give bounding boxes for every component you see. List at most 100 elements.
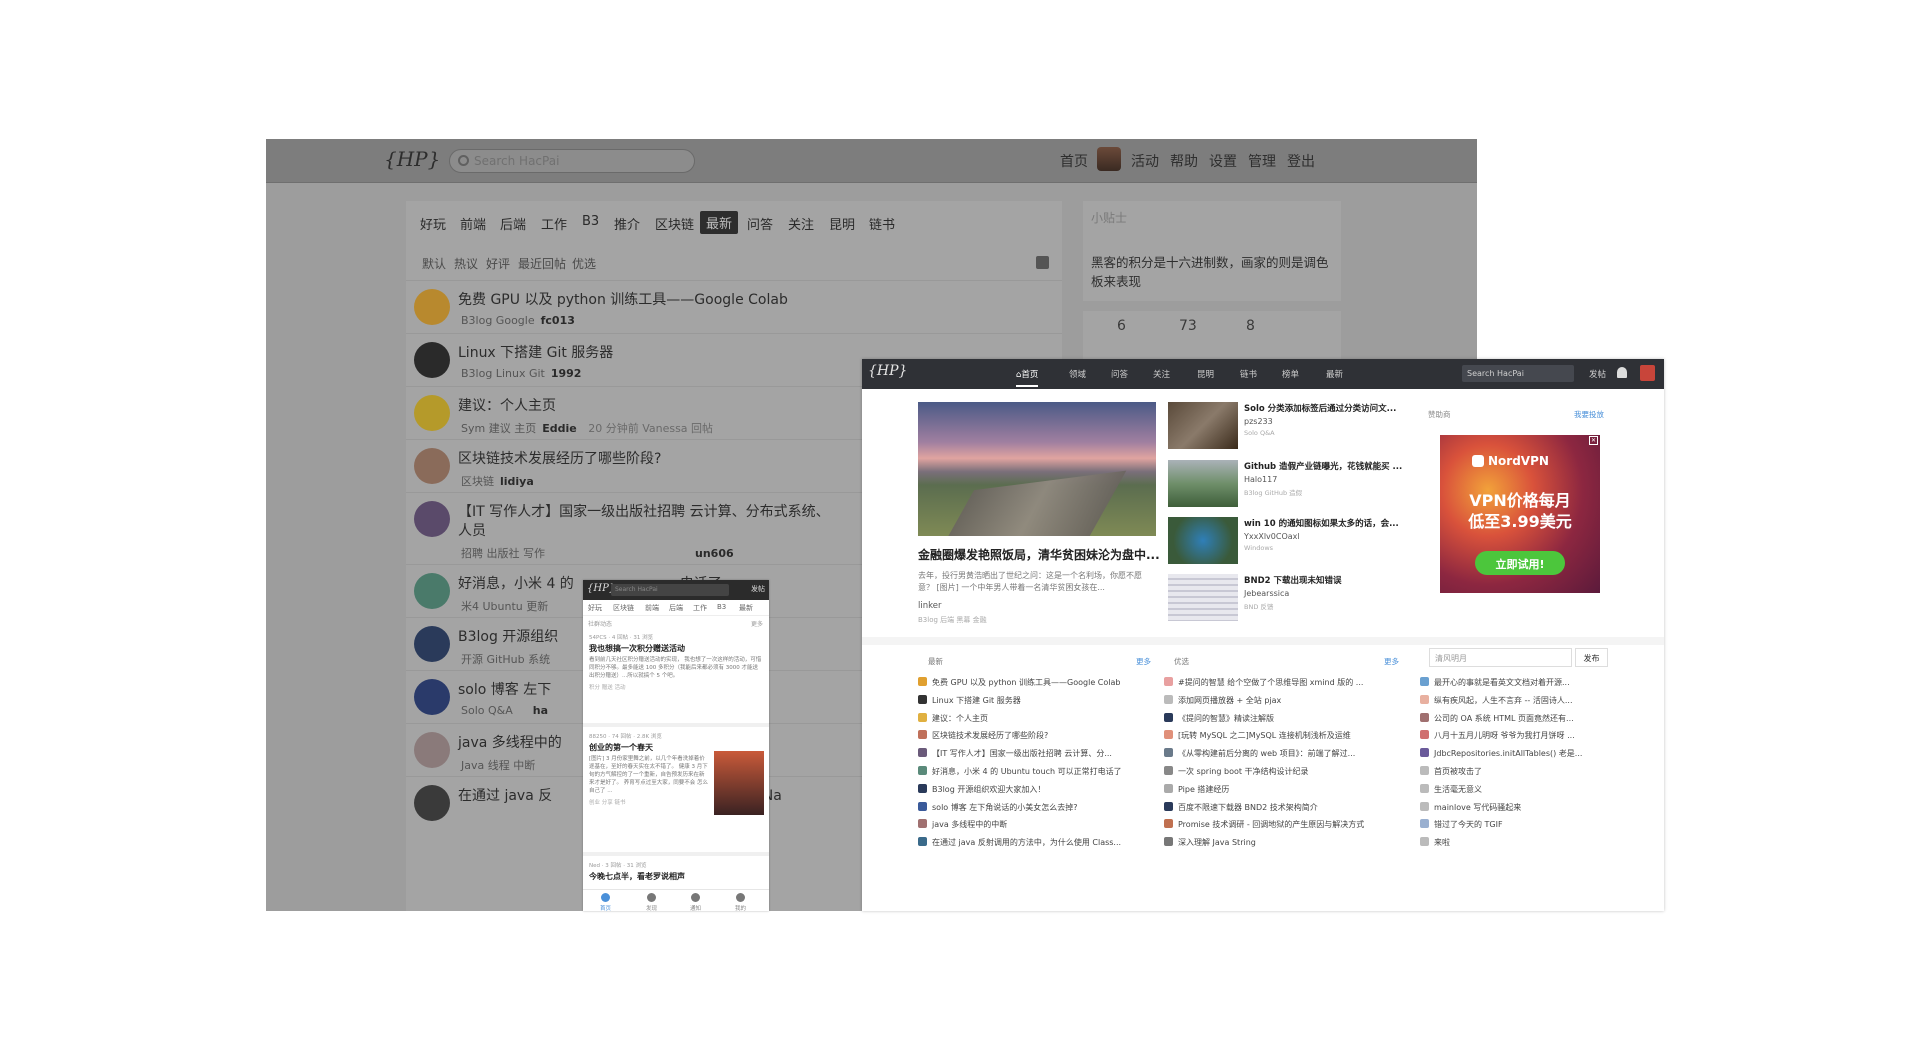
- search-input[interactable]: Search HacPai: [449, 149, 695, 173]
- bell-icon[interactable]: [1617, 367, 1627, 378]
- compass-icon[interactable]: [647, 893, 656, 902]
- breeze-item[interactable]: mainlove 写代码骚起来: [1420, 801, 1616, 814]
- search-input[interactable]: Search HacPai: [1462, 365, 1574, 382]
- latest-item[interactable]: 在通过 java 反射调用的方法中，为什么使用 Class...: [918, 837, 1153, 849]
- user-icon[interactable]: [736, 893, 745, 902]
- latest-more-link[interactable]: 更多: [1136, 656, 1151, 667]
- list-item[interactable]: Ned · 3 回帖 · 31 浏览 今晚七点半，看老罗说相声: [583, 861, 769, 884]
- nav-latest[interactable]: 最新: [1326, 368, 1343, 380]
- rss-icon[interactable]: [1036, 256, 1049, 269]
- latest-item[interactable]: 区块链技术发展经历了哪些阶段?: [918, 730, 1153, 742]
- ad-banner[interactable]: ✕ NordVPN VPN价格每月 低至3.99美元 立即试用!: [1440, 435, 1600, 593]
- stat-value[interactable]: 73: [1179, 318, 1197, 334]
- nav-ranking[interactable]: 榜单: [1282, 368, 1299, 380]
- nav-activity[interactable]: 活动: [1131, 151, 1159, 171]
- breeze-item[interactable]: 来啦: [1420, 837, 1616, 849]
- breeze-submit-button[interactable]: 发布: [1575, 648, 1608, 667]
- pick-item[interactable]: 添加网页播放器 + 全站 pjax: [1164, 694, 1402, 707]
- tab-follow[interactable]: 关注: [788, 214, 814, 233]
- list-item-title[interactable]: solo 博客 左下: [458, 679, 551, 699]
- sort-recent-reply[interactable]: 最近回帖: [518, 255, 566, 272]
- latest-item[interactable]: 建议：个人主页: [918, 712, 1153, 725]
- latest-item[interactable]: 【IT 写作人才】国家一级出版社招聘 云计算、分...: [918, 748, 1153, 760]
- tab-qa[interactable]: 问答: [747, 214, 773, 233]
- nav-home[interactable]: ⌂首页: [1016, 368, 1039, 387]
- pick-item[interactable]: Pipe 搭建经历: [1164, 783, 1402, 796]
- featured-title[interactable]: win 10 的通知图标如果太多的话，会...: [1244, 517, 1399, 529]
- tab-item[interactable]: 后端: [669, 603, 683, 613]
- latest-item[interactable]: solo 博客 左下角说话的小美女怎么去掉?: [918, 801, 1153, 814]
- featured-item[interactable]: win 10 的通知图标如果太多的话，会... YxxXlv0COaxl Win…: [1168, 517, 1418, 567]
- nav-qa[interactable]: 问答: [1111, 368, 1128, 380]
- post-button[interactable]: 发帖: [1589, 368, 1606, 380]
- nav-home[interactable]: 首页: [1060, 151, 1088, 171]
- pick-item[interactable]: #提问的智慧 给个空做了个思维导图 xmind 版的 ...: [1164, 677, 1402, 689]
- featured-title[interactable]: BND2 下载出现未知错误: [1244, 574, 1342, 586]
- hero-image[interactable]: [918, 402, 1156, 536]
- tab-item[interactable]: 好玩: [588, 603, 602, 613]
- nav-admin[interactable]: 管理: [1248, 151, 1276, 171]
- pick-item[interactable]: 百度不限速下载器 BND2 技术架构简介: [1164, 801, 1402, 814]
- bell-icon[interactable]: [691, 893, 700, 902]
- tab-item[interactable]: 最新: [739, 603, 753, 613]
- site-logo[interactable]: {HP}: [868, 363, 907, 379]
- featured-item[interactable]: Github 造假产业链曝光，花钱就能买 ... Halo117 B3log G…: [1168, 460, 1418, 510]
- tab-frontend[interactable]: 前端: [460, 214, 486, 233]
- pick-item[interactable]: [玩转 MySQL 之二]MySQL 连接机制浅析及运维: [1164, 730, 1402, 742]
- list-item-title[interactable]: B3log 开源组织: [458, 626, 558, 646]
- hero-title[interactable]: 金融圈爆发艳照饭局，清华贫困妹沦为盘中...: [918, 546, 1160, 563]
- site-logo[interactable]: {HP}: [384, 147, 440, 171]
- tab-latest[interactable]: 最新: [700, 211, 739, 234]
- featured-item[interactable]: BND2 下载出现未知错误 Jebearssica BND 反馈: [1168, 574, 1418, 624]
- list-item-title[interactable]: 区块链技术发展经历了哪些阶段?: [458, 448, 661, 468]
- pick-item[interactable]: Promise 技术调研 - 回调地狱的产生原因与解决方式: [1164, 819, 1402, 831]
- nav-follow[interactable]: 关注: [1153, 368, 1170, 380]
- avatar[interactable]: [1640, 365, 1655, 381]
- tab-kunming[interactable]: 昆明: [829, 214, 855, 233]
- latest-item[interactable]: 免费 GPU 以及 python 训练工具——Google Colab: [918, 677, 1153, 689]
- nav-settings[interactable]: 设置: [1209, 151, 1237, 171]
- list-item[interactable]: 免费 GPU 以及 python 训练工具——Google Colab B3lo…: [406, 280, 1062, 333]
- home-icon[interactable]: [601, 893, 610, 902]
- close-icon[interactable]: ✕: [1589, 436, 1598, 445]
- tab-chainbook[interactable]: 链书: [869, 214, 895, 233]
- sort-perfect[interactable]: 优选: [572, 255, 596, 272]
- breeze-item[interactable]: 八月十五月儿明呀 爷爷为我打月饼呀 ...: [1420, 730, 1616, 742]
- post-title[interactable]: 我也想搞一次积分赠送活动: [589, 643, 763, 654]
- sort-good[interactable]: 好评: [486, 255, 510, 272]
- breeze-item[interactable]: 公司的 OA 系统 HTML 页面竟然还有...: [1420, 712, 1616, 725]
- nav-chainbook[interactable]: 链书: [1240, 368, 1257, 380]
- sort-default[interactable]: 默认: [422, 255, 446, 272]
- featured-title[interactable]: Solo 分类添加标签后通过分类访问文...: [1244, 402, 1396, 414]
- avatar[interactable]: [1097, 147, 1121, 171]
- list-item-title[interactable]: Linux 下搭建 Git 服务器: [458, 342, 613, 362]
- stat-value[interactable]: 8: [1246, 318, 1255, 334]
- breeze-item[interactable]: 最开心的事就是看英文文档对着开源...: [1420, 677, 1616, 689]
- advertise-link[interactable]: 我要投放: [1574, 409, 1604, 420]
- featured-title[interactable]: Github 造假产业链曝光，花钱就能买 ...: [1244, 460, 1402, 472]
- nav-logout[interactable]: 登出: [1287, 151, 1315, 171]
- latest-item[interactable]: 好消息，小米 4 的 Ubuntu touch 可以正常打电话了: [918, 766, 1153, 778]
- pick-item[interactable]: 一次 spring boot 干净结构设计纪录: [1164, 766, 1402, 778]
- sort-hot[interactable]: 热议: [454, 255, 478, 272]
- hero-tags[interactable]: B3log 后端 黑幕 金融: [918, 615, 987, 625]
- tab-item[interactable]: 工作: [693, 603, 707, 613]
- list-item-title[interactable]: java 多线程中的: [458, 732, 562, 752]
- featured-item[interactable]: Solo 分类添加标签后通过分类访问文... pzs233 Solo Q&A: [1168, 402, 1418, 452]
- latest-item[interactable]: Linux 下搭建 Git 服务器: [918, 694, 1153, 707]
- stat-value[interactable]: 6: [1117, 318, 1126, 334]
- tab-blockchain[interactable]: 区块链: [655, 214, 694, 233]
- breeze-item[interactable]: JdbcRepositories.initAllTables() 老是...: [1420, 748, 1616, 760]
- list-item-title[interactable]: 【IT 写作人才】国家一级出版社招聘 云计算、分布式系统、: [458, 501, 830, 521]
- pick-item[interactable]: 《提问的智慧》精读注解版: [1164, 712, 1402, 725]
- nav-help[interactable]: 帮助: [1170, 151, 1198, 171]
- tab-item[interactable]: 前端: [645, 603, 659, 613]
- picks-more-link[interactable]: 更多: [1384, 656, 1399, 667]
- nav-domains[interactable]: 领域: [1069, 368, 1086, 380]
- tab-item[interactable]: B3: [717, 603, 726, 611]
- tab-work[interactable]: 工作: [541, 214, 567, 233]
- post-button[interactable]: 发帖: [751, 584, 765, 594]
- breeze-item[interactable]: 纵有疾风起，人生不言弃 -- 活固诗人...: [1420, 694, 1616, 707]
- list-item-title[interactable]: 免费 GPU 以及 python 训练工具——Google Colab: [458, 289, 788, 309]
- post-title[interactable]: 今晚七点半，看老罗说相声: [589, 871, 763, 882]
